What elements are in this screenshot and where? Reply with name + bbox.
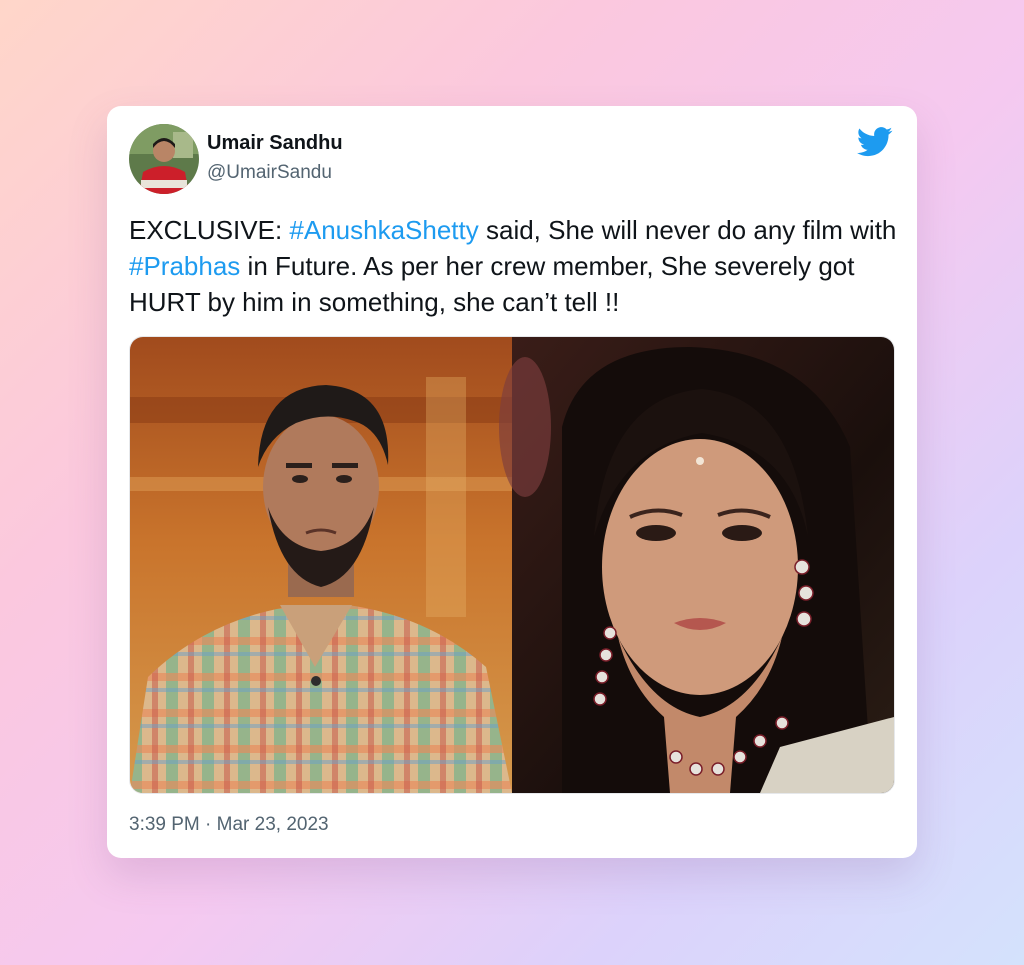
- tweet-media[interactable]: [129, 336, 895, 794]
- tweet-text: EXCLUSIVE: #AnushkaShetty said, She will…: [129, 212, 899, 320]
- twitter-bird-icon[interactable]: [857, 126, 893, 158]
- right-photo: [499, 337, 894, 793]
- hashtag-prabhas-link[interactable]: #Prabhas: [129, 251, 240, 281]
- left-photo: [130, 337, 512, 793]
- author-handle[interactable]: @UmairSandu: [207, 162, 332, 184]
- tweet-card: Umair Sandhu @UmairSandu EXCLUSIVE: #Anu…: [107, 106, 917, 858]
- author-display-name[interactable]: Umair Sandhu: [207, 132, 343, 155]
- hashtag-anushkashetty-link[interactable]: #AnushkaShetty: [289, 215, 478, 245]
- tweet-photo-collage: [130, 337, 894, 793]
- avatar-image: [129, 124, 199, 194]
- tweet-text-part: EXCLUSIVE:: [129, 215, 290, 245]
- author-avatar[interactable]: [129, 124, 199, 194]
- tweet-text-part: said, She will never do any film with: [478, 215, 897, 245]
- tweet-timestamp[interactable]: 3:39 PM · Mar 23, 2023: [129, 814, 329, 836]
